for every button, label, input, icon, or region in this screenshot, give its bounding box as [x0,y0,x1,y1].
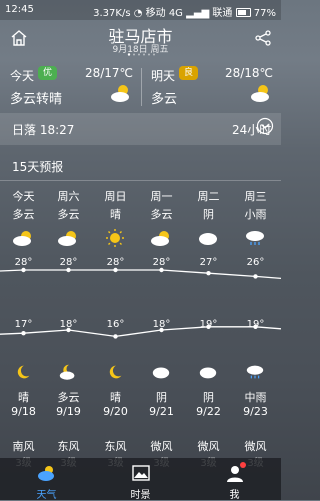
forecast-date: 9/22 [196,405,221,418]
partly-cloudy-icon [251,85,269,102]
forecast-date: 9/20 [103,405,128,418]
forecast-day-condition: 阴 [203,208,214,221]
carrier-2: 联通 [212,8,233,19]
tomorrow-aqi-badge: 良 [179,66,199,80]
forecast-wind: 微风 [150,440,173,453]
forecast-title: 15天预报 [12,160,64,174]
high-temp-line-point [253,274,258,279]
tab-me[interactable]: 我 [188,458,281,501]
forecast-night-condition: 晴 [110,391,121,404]
notification-dot [240,462,246,468]
forecast-wind: 南风 [12,440,35,453]
partly-cloudy-icon [151,231,169,246]
tab-weather[interactable]: 天气 [0,458,93,501]
low-temp-line [0,326,281,338]
forecast-day-name: 周三 [244,190,267,203]
partly-cloudy-icon [58,231,76,246]
low-temp-line-point [206,324,211,329]
tab-weather-label: 天气 [36,490,57,501]
forecast-day-name: 今天 [12,190,35,203]
forecast-day-name: 周日 [104,190,127,203]
forecast-date: 9/19 [56,405,81,418]
today-temp: 28/17℃ [84,66,133,80]
chevron-down-icon[interactable] [256,117,274,135]
high-temp-line [0,269,281,280]
tomorrow-condition: 多云 [151,92,178,107]
page-indicator [127,53,155,56]
partly-cloudy-icon [13,231,31,246]
cloud-icon [199,233,217,245]
weather-tab-icon [38,466,54,481]
today-card[interactable]: 今天 优 28/17℃ 多云转晴 [0,62,141,110]
temperature-chart [0,267,281,339]
forecast-date: 9/21 [149,405,174,418]
tomorrow-temp: 28/18℃ [224,66,273,80]
moon-icon [17,365,30,379]
sunset-time: 日落 18:27 [12,123,75,137]
forecast-night-condition: 多云 [57,391,80,404]
share-icon[interactable] [254,29,272,47]
tab-me-label: 我 [229,490,240,501]
cloud-icon [152,367,170,379]
tomorrow-card[interactable]: 明天 良 28/18℃ 多云 [141,62,281,110]
forecast-divider [0,180,281,181]
wifi-icon: ◔ [133,8,143,19]
today-label: 今天 [10,69,35,83]
forecast-night-condition: 阴 [156,391,167,404]
low-temp-line-point [253,324,258,329]
high-temp-line-point [206,271,211,276]
status-bar: 12:45 3.37K/s ◔ 移动 4G ▂▄▆ 联通 77% [0,0,281,20]
battery-level: 77% [253,8,276,19]
status-right: 3.37K/s ◔ 移动 4G ▂▄▆ 联通 77% [93,4,276,19]
forecast-day-condition: 多云 [150,208,173,221]
status-time: 12:45 [5,4,34,15]
sun-icon [106,229,124,247]
forecast-wind: 东风 [57,440,80,453]
forecast-day-name: 周六 [57,190,80,203]
partly-cloudy-icon [111,85,129,102]
forecast-wind: 微风 [197,440,220,453]
low-temp-line-point [113,334,118,339]
low-temp-line-point [21,331,26,336]
low-temp-line-point [66,327,71,333]
forecast-night-condition: 中雨 [244,391,267,404]
carrier-1: 移动 4G [145,8,183,19]
forecast-wind: 微风 [244,440,267,453]
forecast-day-condition: 小雨 [244,208,267,221]
forecast-date: 9/23 [243,405,268,418]
low-temp-line-point [159,327,164,333]
forecast-day-condition: 多云 [57,208,80,221]
moon-icon [109,365,122,379]
forecast-night-condition: 阴 [203,391,214,404]
high-temp-line-point [113,267,118,273]
high-temp-line-point [66,267,71,273]
forecast-date: 9/18 [11,405,36,418]
forecast-wind: 东风 [104,440,127,453]
net-speed: 3.37K/s [93,8,131,19]
battery-icon [235,8,251,17]
tab-scenery-label: 时景 [130,490,151,501]
bottom-nav: 天气 时景 我 [0,458,281,501]
forecast-night-condition: 晴 [18,391,29,404]
forecast-day-condition: 多云 [12,208,35,221]
forecast-day-name: 周一 [150,190,173,203]
high-temp-line-point [159,267,164,273]
forecast-day-condition: 晴 [110,208,121,221]
signal-icon: ▂▄▆ [186,8,210,19]
tab-scenery[interactable]: 时景 [94,458,187,501]
cloudy-moon-icon [59,364,75,380]
rain-icon [246,365,264,379]
rain-icon [246,231,264,245]
today-aqi-badge: 优 [38,66,58,80]
picture-icon [132,465,150,481]
cloud-icon [199,367,217,379]
high-temp-line-point [21,267,26,273]
today-condition: 多云转晴 [10,92,63,107]
forecast-day-name: 周二 [197,190,220,203]
tomorrow-label: 明天 [151,69,176,83]
